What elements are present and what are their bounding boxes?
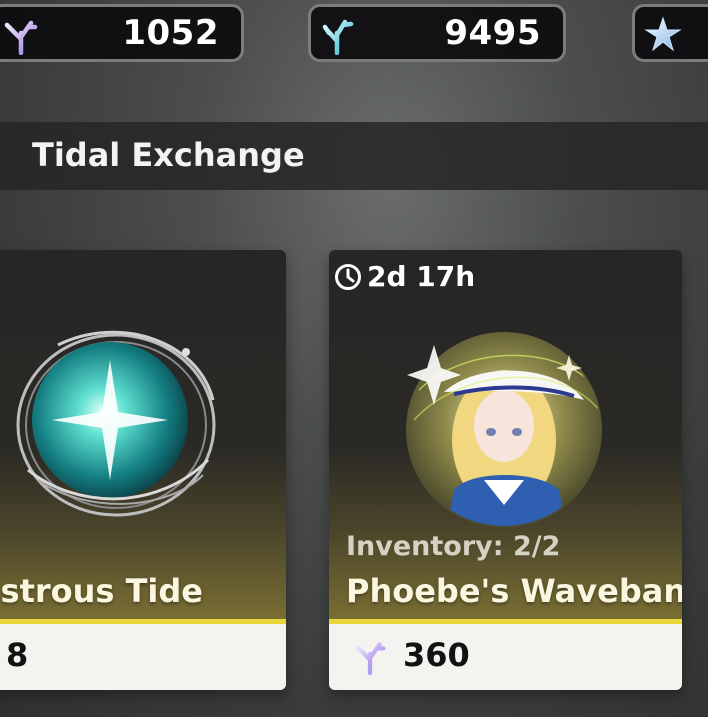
coral-icon xyxy=(4,20,38,55)
inventory-count: Inventory: 2/2 xyxy=(346,531,561,562)
item-name: Phoebe's Waveband xyxy=(346,572,682,610)
item-price: 360 xyxy=(403,636,470,674)
shop-item-card[interactable]: strous Tide 8 xyxy=(0,250,286,690)
star-crystal-icon xyxy=(644,16,682,52)
coral-icon xyxy=(354,642,386,676)
phoebe-waveband-portrait-image xyxy=(406,332,602,528)
price-bar: 360 xyxy=(329,619,682,690)
timer-text: 2d 17h xyxy=(367,260,476,293)
currency-amount: 9495 xyxy=(444,13,541,53)
currency-tidal-coral[interactable]: 9495 xyxy=(308,4,566,62)
section-header: Tidal Exchange xyxy=(0,122,708,190)
coral-icon xyxy=(322,19,354,55)
time-remaining: 2d 17h xyxy=(333,260,475,293)
price-bar: 8 xyxy=(0,619,286,690)
item-name: strous Tide xyxy=(0,572,203,610)
item-price: 8 xyxy=(6,636,29,674)
currency-amount: 1052 xyxy=(122,13,219,53)
lustrous-tide-orb-image xyxy=(16,330,216,517)
page-title: Tidal Exchange xyxy=(32,136,305,174)
currency-astrite[interactable]: 1052 xyxy=(0,4,244,62)
shop-item-card[interactable]: 2d 17h Inventory: 2/2 Phoebe's Waveband … xyxy=(329,250,682,690)
clock-icon xyxy=(335,263,361,290)
currency-star-crystal[interactable] xyxy=(632,4,708,62)
